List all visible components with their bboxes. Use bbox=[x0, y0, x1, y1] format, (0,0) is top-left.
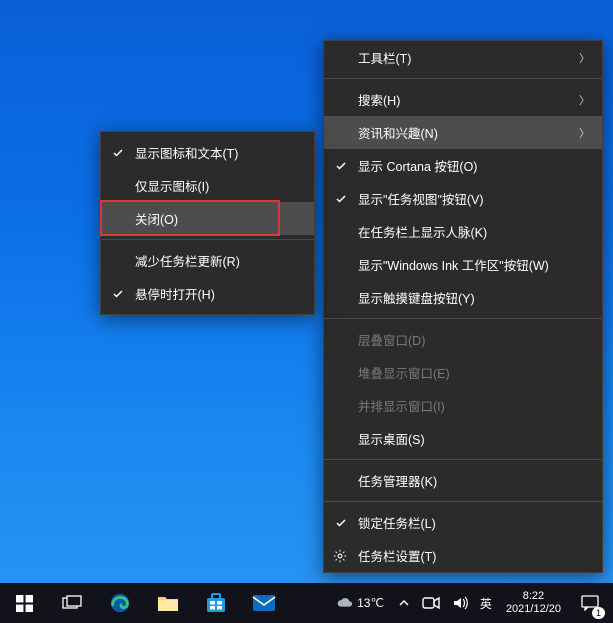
menu-task-manager[interactable]: 任务管理器(K) bbox=[324, 464, 602, 497]
menu-label: 任务管理器(K) bbox=[358, 471, 437, 490]
taskbar-left bbox=[0, 583, 288, 623]
action-center-button[interactable]: 1 bbox=[569, 583, 611, 623]
check-icon bbox=[111, 146, 125, 160]
menu-label: 显示"任务视图"按钮(V) bbox=[358, 189, 484, 208]
store-icon bbox=[205, 592, 227, 614]
chevron-up-icon bbox=[398, 597, 410, 609]
separator bbox=[324, 78, 602, 79]
taskbar-app-store[interactable] bbox=[192, 583, 240, 623]
menu-taskview[interactable]: 显示"任务视图"按钮(V) bbox=[324, 182, 602, 215]
menu-label: 资讯和兴趣(N) bbox=[358, 123, 438, 142]
menu-label: 堆叠显示窗口(E) bbox=[358, 363, 450, 382]
tray-ime[interactable]: 英 bbox=[474, 583, 498, 623]
taskbar-clock[interactable]: 8:22 2021/12/20 bbox=[498, 590, 569, 615]
check-icon bbox=[111, 287, 125, 301]
menu-label: 显示 Cortana 按钮(O) bbox=[358, 156, 477, 175]
menu-ink[interactable]: 显示"Windows Ink 工作区"按钮(W) bbox=[324, 248, 602, 281]
check-icon bbox=[334, 159, 348, 173]
clock-time: 8:22 bbox=[523, 590, 544, 603]
separator bbox=[324, 318, 602, 319]
tray-meet-now[interactable] bbox=[416, 583, 446, 623]
taskbar-app-explorer[interactable] bbox=[144, 583, 192, 623]
menu-taskbar-settings[interactable]: 任务栏设置(T) bbox=[324, 539, 602, 572]
speaker-icon bbox=[452, 595, 468, 611]
separator bbox=[101, 239, 314, 240]
start-button[interactable] bbox=[0, 583, 48, 623]
news-interests-submenu: 显示图标和文本(T) 仅显示图标(I) 关闭(O) 减少任务栏更新(R) 悬停时… bbox=[100, 131, 315, 315]
clock-date: 2021/12/20 bbox=[506, 603, 561, 616]
menu-stacked: 堆叠显示窗口(E) bbox=[324, 356, 602, 389]
mail-icon bbox=[252, 593, 276, 613]
menu-label: 显示"Windows Ink 工作区"按钮(W) bbox=[358, 255, 549, 274]
taskview-button[interactable] bbox=[48, 583, 96, 623]
camera-icon bbox=[422, 596, 440, 610]
submenu-off[interactable]: 关闭(O) bbox=[101, 202, 314, 235]
menu-people[interactable]: 在任务栏上显示人脉(K) bbox=[324, 215, 602, 248]
menu-label: 在任务栏上显示人脉(K) bbox=[358, 222, 487, 241]
menu-label: 并排显示窗口(I) bbox=[358, 396, 445, 415]
menu-toolbars[interactable]: 工具栏(T) 〉 bbox=[324, 41, 602, 74]
taskbar[interactable]: 13℃ 英 8:22 2021/12/20 1 bbox=[0, 583, 613, 623]
edge-icon bbox=[109, 592, 131, 614]
weather-temp: 13℃ bbox=[357, 596, 384, 610]
gear-icon bbox=[333, 549, 347, 563]
chevron-right-icon: 〉 bbox=[579, 125, 590, 141]
menu-search[interactable]: 搜索(H) 〉 bbox=[324, 83, 602, 116]
menu-cascade: 层叠窗口(D) bbox=[324, 323, 602, 356]
menu-label: 关闭(O) bbox=[135, 209, 178, 228]
submenu-reduce-updates[interactable]: 减少任务栏更新(R) bbox=[101, 244, 314, 277]
notification-badge: 1 bbox=[592, 607, 605, 619]
ime-label: 英 bbox=[480, 595, 492, 612]
menu-label: 任务栏设置(T) bbox=[358, 546, 436, 565]
menu-label: 显示图标和文本(T) bbox=[135, 143, 238, 162]
submenu-open-on-hover[interactable]: 悬停时打开(H) bbox=[101, 277, 314, 310]
menu-label: 显示桌面(S) bbox=[358, 429, 425, 448]
taskbar-right: 13℃ 英 8:22 2021/12/20 1 bbox=[327, 583, 613, 623]
menu-lock-taskbar[interactable]: 锁定任务栏(L) bbox=[324, 506, 602, 539]
menu-label: 仅显示图标(I) bbox=[135, 176, 209, 195]
menu-label: 锁定任务栏(L) bbox=[358, 513, 436, 532]
menu-label: 减少任务栏更新(R) bbox=[135, 251, 240, 270]
separator bbox=[324, 501, 602, 502]
taskview-icon bbox=[62, 595, 82, 611]
chevron-right-icon: 〉 bbox=[579, 92, 590, 108]
check-icon bbox=[334, 516, 348, 530]
menu-news-interests[interactable]: 资讯和兴趣(N) 〉 bbox=[324, 116, 602, 149]
submenu-icon-text[interactable]: 显示图标和文本(T) bbox=[101, 136, 314, 169]
menu-label: 显示触摸键盘按钮(Y) bbox=[358, 288, 475, 307]
menu-label: 工具栏(T) bbox=[358, 48, 411, 67]
weather-icon bbox=[335, 594, 353, 612]
tray-volume[interactable] bbox=[446, 583, 474, 623]
separator bbox=[324, 459, 602, 460]
folder-icon bbox=[157, 593, 179, 613]
chevron-right-icon: 〉 bbox=[579, 50, 590, 66]
taskbar-app-edge[interactable] bbox=[96, 583, 144, 623]
check-icon bbox=[334, 192, 348, 206]
menu-cortana[interactable]: 显示 Cortana 按钮(O) bbox=[324, 149, 602, 182]
menu-sidebyside: 并排显示窗口(I) bbox=[324, 389, 602, 422]
menu-touch-keyboard[interactable]: 显示触摸键盘按钮(Y) bbox=[324, 281, 602, 314]
tray-overflow[interactable] bbox=[392, 583, 416, 623]
menu-show-desktop[interactable]: 显示桌面(S) bbox=[324, 422, 602, 455]
taskbar-context-menu: 工具栏(T) 〉 搜索(H) 〉 资讯和兴趣(N) 〉 显示 Cortana 按… bbox=[323, 40, 603, 573]
menu-label: 悬停时打开(H) bbox=[135, 284, 215, 303]
windows-icon bbox=[16, 595, 33, 612]
weather-widget[interactable]: 13℃ bbox=[327, 583, 392, 623]
taskbar-app-mail[interactable] bbox=[240, 583, 288, 623]
submenu-icon-only[interactable]: 仅显示图标(I) bbox=[101, 169, 314, 202]
menu-label: 层叠窗口(D) bbox=[358, 330, 425, 349]
menu-label: 搜索(H) bbox=[358, 90, 400, 109]
